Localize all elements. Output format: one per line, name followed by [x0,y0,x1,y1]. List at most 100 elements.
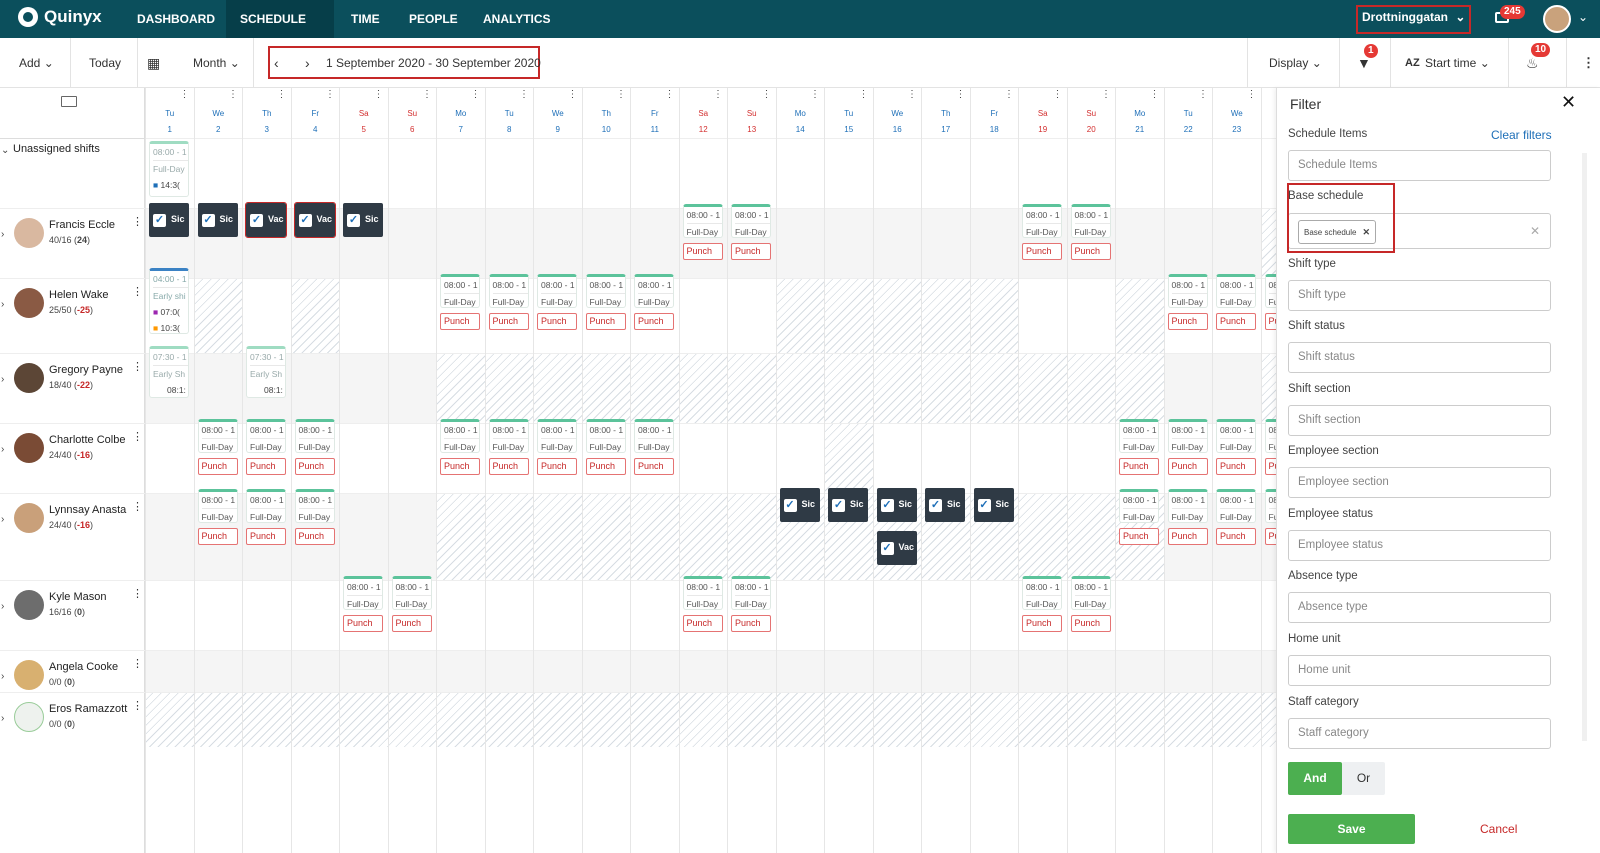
scrollbar[interactable] [1582,153,1587,741]
punch-button[interactable]: Punch [634,313,674,330]
more-options-icon[interactable]: ⋮ [713,90,723,100]
shift-card[interactable]: 08:00 - 1 Full-Day [440,419,480,453]
punch-button[interactable]: Punch [1022,243,1062,260]
sort-dropdown[interactable]: Start time ⌄ [1425,38,1490,88]
punch-button[interactable]: Punch [391,615,432,632]
day-header[interactable]: ⋮ Sa 19 [1018,88,1067,138]
chevron-right-icon[interactable]: › [1,229,4,240]
today-button[interactable]: Today [89,38,121,88]
more-options-icon[interactable]: ⋮ [1150,90,1160,100]
shift-card[interactable]: 08:00 - 1 Full-Day [246,489,286,523]
day-header[interactable]: ⋮ Su 20 [1066,88,1116,138]
shift-card[interactable]: 08:00 - 1 Full-Day [1070,576,1111,610]
punch-button[interactable]: Punch [197,458,238,475]
absence-card[interactable]: ✓ Sic [828,488,868,522]
filter-input[interactable]: Employee status [1288,530,1551,561]
chevron-right-icon[interactable]: › [1,671,4,682]
punch-button[interactable]: Punch [1167,528,1208,545]
more-options-icon[interactable]: ⋮ [132,360,143,373]
shift-card[interactable]: 08:00 - 1 Full-Day [197,489,238,523]
absence-card[interactable]: ✓ Sic [876,488,917,522]
chevron-right-icon[interactable]: › [1,374,4,385]
more-options-icon[interactable]: ⋮ [422,90,432,100]
filter-input[interactable]: Absence type [1288,592,1551,623]
employee-name[interactable]: Angela Cooke [49,661,118,673]
user-avatar[interactable] [1543,5,1571,33]
shift-card[interactable]: 08:00 - 1 Full-Day [585,419,626,453]
prev-period-button[interactable]: ‹ [274,38,279,88]
checkbox-icon[interactable]: ✓ [201,214,215,227]
employee-row[interactable]: › Francis Eccle 40/16 (24) ⋮ [0,208,145,278]
checkbox-icon[interactable]: ✓ [250,214,263,227]
view-mode-dropdown[interactable]: Month ⌄ [193,38,240,88]
punch-button[interactable]: Punch [488,313,529,330]
shift-card[interactable]: 08:00 - 1 Full-Day [343,576,383,610]
day-header[interactable]: ⋮ Fr 18 [969,88,1019,138]
more-options-icon[interactable]: ⋮ [180,90,190,100]
nav-time[interactable]: TIME [351,0,380,38]
punch-button[interactable]: Punch [246,528,286,545]
punch-button[interactable]: Punch [585,313,626,330]
shift-card[interactable]: 08:00 - 1 Full-Day [1022,204,1062,238]
more-options-icon[interactable]: ⋮ [132,587,143,600]
punch-button[interactable]: Punch [294,458,335,475]
punch-button[interactable]: Punch [1167,458,1208,475]
filter-input[interactable]: Employee section [1288,467,1551,498]
employee-row[interactable]: › Gregory Payne 18/40 (-22) ⋮ [0,353,145,423]
shift-card[interactable]: 08:00 - 1 Full-Day [537,419,577,453]
clear-field-icon[interactable]: ✕ [1530,217,1540,246]
day-header[interactable]: ⋮ Mo 14 [775,88,825,138]
employee-name[interactable]: Charlotte Colbe [49,434,125,446]
shift-card[interactable]: 08:00 - 1 Full-Day [1216,274,1256,308]
day-header[interactable]: ⋮ We 2 [193,88,243,138]
employee-name[interactable]: Lynnsay Anasta [49,504,126,516]
checkbox-icon[interactable]: ✓ [153,214,166,227]
more-options-icon[interactable]: ⋮ [1247,90,1257,100]
shift-card[interactable]: 07:30 - 1 Early Sh 08:1: [246,346,286,398]
punch-button[interactable]: Punch [1070,243,1111,260]
punch-button[interactable]: Punch [488,458,529,475]
more-options-icon[interactable]: ⋮ [132,215,143,228]
punch-button[interactable]: Punch [537,313,577,330]
chevron-right-icon[interactable]: › [1,514,4,525]
filter-input[interactable]: Home unit [1288,655,1551,686]
more-options-icon[interactable]: ⋮ [471,90,481,100]
shift-card[interactable]: 08:00 - 1 Full-Day [634,274,674,308]
punch-button[interactable]: Punch [1216,313,1256,330]
more-options-icon[interactable]: ⋮ [665,90,675,100]
more-options-icon[interactable]: ⋮ [1004,90,1014,100]
shift-card[interactable]: 08:00 - 1 Full-Day [682,204,723,238]
filter-input[interactable]: Shift type [1288,280,1551,311]
filter-input[interactable]: Shift section [1288,405,1551,436]
add-button[interactable]: Add ⌄ [19,38,54,88]
shift-card[interactable]: 08:00 - 1 Full-Day [294,419,335,453]
more-options-icon[interactable]: ⋮ [132,657,143,670]
more-options-icon[interactable]: ⋮ [228,90,238,100]
more-options-icon[interactable]: ⋮ [325,90,335,100]
punch-button[interactable]: Punch [343,615,383,632]
more-options-icon[interactable]: ⋮ [132,285,143,298]
employee-name[interactable]: Kyle Mason [49,591,106,603]
punch-button[interactable]: Punch [731,243,771,260]
more-options-icon[interactable]: ⋮ [519,90,529,100]
day-header[interactable]: ⋮ Th 17 [921,88,970,138]
checkbox-icon[interactable]: ✓ [347,214,360,227]
punch-button[interactable]: Punch [585,458,626,475]
checkbox-icon[interactable]: ✓ [880,542,894,555]
punch-button[interactable]: Punch [1119,528,1159,545]
clear-filters-link[interactable]: Clear filters [1491,128,1552,142]
more-options-icon[interactable]: ⋮ [132,699,143,712]
punch-button[interactable]: Punch [197,528,238,545]
more-options-icon[interactable]: ⋮ [1101,90,1111,100]
chevron-down-icon[interactable]: ⌄ [1,145,9,156]
shift-card[interactable]: 04:00 - 1 Early shi ■ 07:0(■ 10:3( [149,268,189,334]
day-header[interactable]: ⋮ We 16 [872,88,922,138]
chevron-down-icon[interactable]: ⌄ [1578,10,1588,24]
more-options-icon[interactable]: ⋮ [132,500,143,513]
day-header[interactable]: ⋮ Su 13 [727,88,776,138]
day-header[interactable]: ⋮ Tu 15 [824,88,873,138]
or-button[interactable]: Or [1342,762,1385,795]
shift-card[interactable]: 08:00 - 1 Full-Day [488,419,529,453]
punch-button[interactable]: Punch [246,458,286,475]
checkbox-icon[interactable]: ✓ [832,499,845,512]
